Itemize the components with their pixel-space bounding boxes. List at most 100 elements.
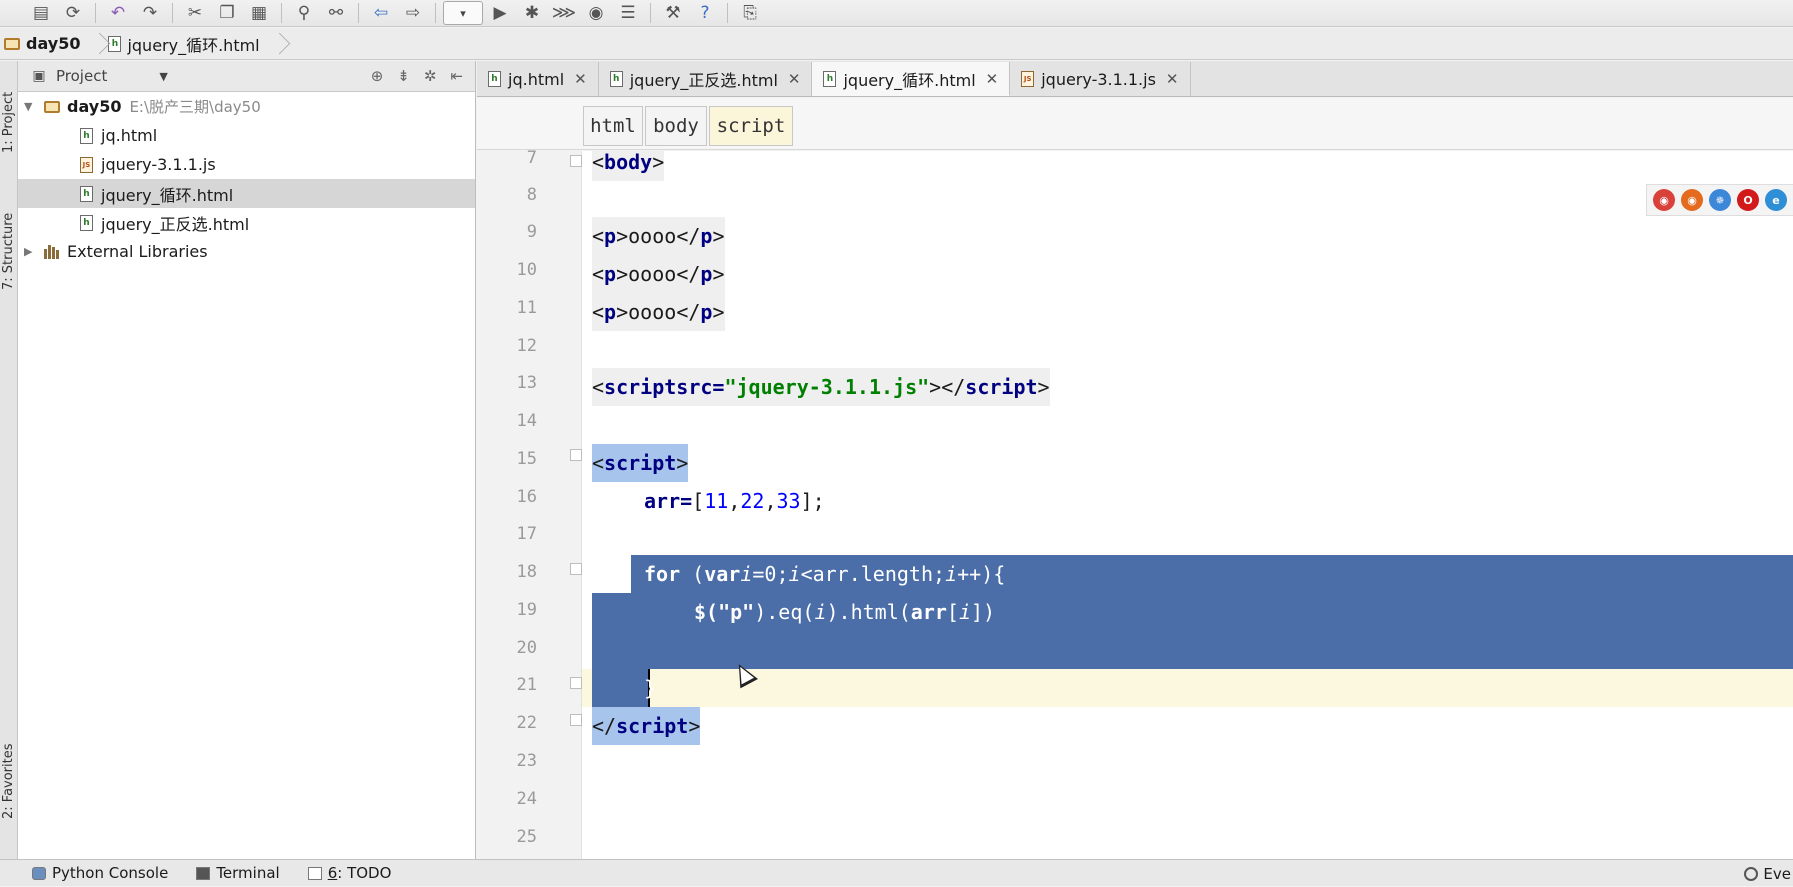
fold-marker-icon[interactable] [570,714,582,726]
code-line-15: < script > [592,444,689,482]
project-view-label[interactable]: Project [56,67,107,85]
back-icon[interactable]: ⇦ [366,1,396,25]
safari-icon[interactable]: ✵ [1709,189,1731,211]
line-number: 11 [516,298,537,318]
close-icon[interactable]: ✕ [574,70,587,88]
fold-marker-icon[interactable] [570,677,582,689]
tree-item-label: day50 [67,97,122,116]
tag-path-script[interactable]: script [709,106,793,146]
code-token: =0; [752,562,789,586]
breadcrumb-file[interactable]: h jquery_循环.html [104,28,273,60]
run-config-dropdown[interactable]: ▾ [443,1,483,25]
line-number: 25 [516,827,537,847]
code-line-18: for (var i =0; i <arr.length; i ++){ [644,555,1006,593]
fold-marker-icon[interactable] [570,449,582,461]
forward-icon[interactable]: ⇨ [398,1,428,25]
tab-jq-html[interactable]: h jq.html ✕ [477,62,599,96]
selection-block [592,669,650,707]
tasks-icon[interactable]: ☰ [613,1,643,25]
tab-jquery-loop-html[interactable]: h jquery_循环.html ✕ [812,62,1011,96]
tree-item-jquery-loop-html[interactable]: h jquery_循环.html [18,179,475,208]
hide-panel-icon[interactable]: ⇤ [450,67,463,85]
todo-label: : TODO [337,864,392,882]
code-line-16: arr=[11, 22, 33]; [644,489,825,513]
terminal-button[interactable]: Terminal [196,864,280,882]
redo-icon[interactable]: ↷ [135,1,165,25]
code-token: script [604,375,677,399]
help-icon[interactable]: ? [690,1,720,25]
todo-prefix: 6 [327,864,338,882]
tag-path-body[interactable]: body [645,106,707,146]
code-token: arr= [644,489,693,513]
copy-icon[interactable]: ❐ [212,1,242,25]
tree-item-label: jquery-3.1.1.js [101,155,216,174]
event-log-icon [1744,866,1759,881]
cut-icon[interactable]: ✂ [180,1,210,25]
code-token: script [965,375,1038,399]
code-token: var [704,562,741,586]
ie-icon[interactable]: e [1765,189,1787,211]
gear-icon[interactable]: ✲ [424,67,437,85]
code-token: ]) [971,600,996,624]
code-token: } [644,676,657,700]
expand-triangle-icon[interactable]: ▼ [24,100,38,113]
code-token: 33 [776,489,801,513]
todo-button[interactable]: 6: TODO [307,864,392,882]
run-icon[interactable]: ▶ [485,1,515,25]
tree-item-jquery-toggle-html[interactable]: h jquery_正反选.html [18,208,475,237]
settings-icon[interactable]: ⚒ [658,1,688,25]
tree-item-jquery-js[interactable]: JS jquery-3.1.1.js [18,150,475,179]
collapse-triangle-icon[interactable]: ▶ [24,245,38,258]
undo-icon[interactable]: ↶ [103,1,133,25]
tree-item-external-libraries[interactable]: ▶ External Libraries [18,237,475,266]
terminal-label: Terminal [216,864,280,882]
chrome-icon[interactable]: ◉ [1653,189,1675,211]
close-icon[interactable]: ✕ [986,70,999,88]
line-number: 13 [516,373,537,393]
tag-path-html[interactable]: html [583,106,643,146]
project-tool-tab[interactable]: 1: Project [0,67,17,177]
fold-marker-icon[interactable] [570,563,582,575]
structure-tool-tab[interactable]: 7: Structure [0,196,17,306]
breadcrumb-separator [274,29,284,59]
tree-item-jq-html[interactable]: h jq.html [18,121,475,150]
tree-item-label: jquery_循环.html [101,185,234,205]
code-line-13: < script src= "jquery-3.1.1.js" ></script > [592,368,1050,406]
tab-jquery-toggle-html[interactable]: h jquery_正反选.html ✕ [598,62,813,96]
vcs-icon[interactable]: ⎘ [735,1,765,25]
favorites-tool-tab[interactable]: 2: Favorites [0,721,17,841]
event-log-button[interactable]: Eve [1744,860,1793,887]
firefox-icon[interactable]: ◉ [1681,189,1703,211]
code-token: 11 [704,489,729,513]
opera-icon[interactable]: O [1737,189,1759,211]
code-token: oooo [628,300,677,324]
profile-icon[interactable]: ◉ [581,1,611,25]
save-icon[interactable]: ▤ [26,1,56,25]
tab-label: jquery-3.1.1.js [1041,69,1156,89]
terminal-icon [196,866,211,880]
current-line-highlight [582,669,1793,707]
tree-item-day50[interactable]: ▼ day50 E:\脱产三期\day50 [18,92,475,121]
close-icon[interactable]: ✕ [788,70,801,88]
find-icon[interactable]: ⚲ [289,1,319,25]
debug-icon[interactable]: ✱ [517,1,547,25]
breadcrumb-folder[interactable]: day50 [0,28,94,60]
paste-icon[interactable]: ▦ [244,1,274,25]
tab-jquery-js[interactable]: JS jquery-3.1.1.js ✕ [1010,62,1191,96]
code-token: ]; [800,489,825,513]
code-editor[interactable]: < body > < p > oooo </p > < p > oooo </p > < p > oooo </… [582,151,1793,859]
line-number: 19 [516,600,537,620]
tree-item-label: External Libraries [67,242,208,261]
scroll-from-source-icon[interactable]: ⊕ [371,67,384,85]
sync-icon[interactable]: ⟳ [58,1,88,25]
fold-marker-icon[interactable] [570,155,582,167]
line-number: 24 [516,789,537,809]
chevron-down-icon[interactable]: ▼ [159,70,167,83]
python-console-button[interactable]: Python Console [32,864,168,882]
tree-item-label: jquery_正反选.html [101,214,250,234]
line-number: 14 [516,411,537,431]
replace-icon[interactable]: ⚯ [321,1,351,25]
collapse-all-icon[interactable]: ⇟ [397,67,410,85]
close-icon[interactable]: ✕ [1166,70,1179,88]
coverage-icon[interactable]: ⋙ [549,1,579,25]
